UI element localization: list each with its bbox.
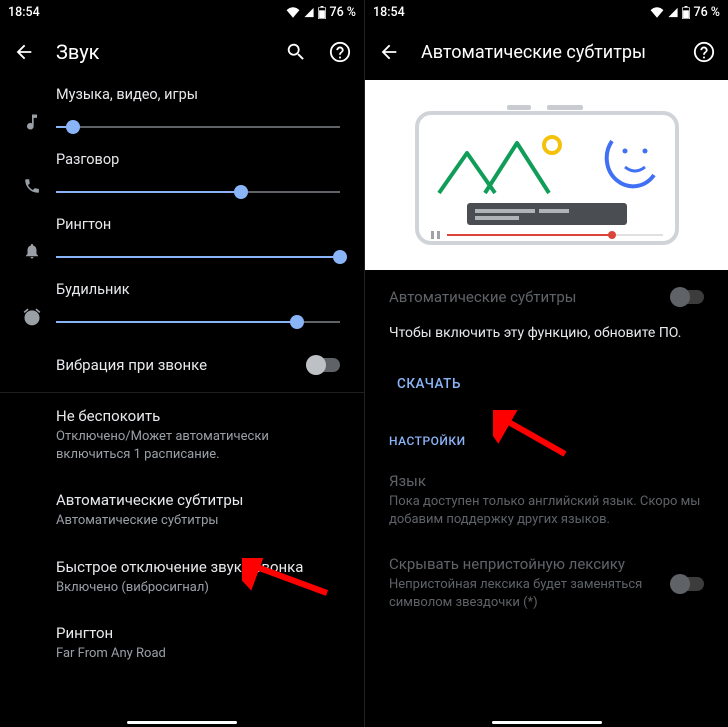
battery-icon (682, 6, 690, 19)
help-button[interactable] (328, 40, 352, 64)
page-title: Звук (56, 40, 264, 64)
item-secondary: Включено (вибросигнал) (56, 579, 340, 597)
item-secondary: Отключено/Может автоматически включиться… (56, 428, 340, 463)
download-button[interactable]: СКАЧАТЬ (365, 362, 493, 406)
status-time: 18:54 (8, 5, 40, 20)
update-description: Чтобы включить эту функцию, обновите ПО. (365, 314, 728, 362)
hero-illustration (365, 80, 728, 270)
help-button[interactable] (692, 40, 716, 64)
media-slider[interactable] (56, 115, 340, 139)
status-time: 18:54 (373, 5, 405, 20)
call-slider[interactable] (56, 180, 340, 204)
cell-signal-icon (303, 7, 315, 18)
profanity-item: Скрывать непристойную лексику Непристойн… (365, 543, 728, 624)
search-button[interactable] (284, 40, 308, 64)
bell-icon (12, 216, 52, 260)
item-primary: Быстрое отключение звука звонка (56, 558, 340, 576)
profanity-toggle[interactable] (670, 577, 704, 591)
ring-slider[interactable] (56, 245, 340, 269)
page-title: Автоматические субтитры (421, 42, 672, 63)
item-primary: Автоматические субтитры (56, 491, 340, 509)
sound-content: Музыка, видео, игры Разговор (0, 80, 364, 685)
arrow-back-icon (378, 41, 400, 63)
status-bar: 18:54 76 % (0, 0, 364, 24)
vibrate-label: Вибрация при звонке (56, 356, 306, 374)
dnd-item[interactable]: Не беспокоить Отключено/Может автоматиче… (0, 393, 364, 477)
ringtone-item[interactable]: Рингтон Far From Any Road (0, 610, 364, 677)
toolbar: Звук (0, 24, 364, 80)
alarm-slider[interactable] (56, 310, 340, 334)
slider-label: Будильник (56, 281, 340, 298)
cell-signal-icon (667, 7, 679, 18)
slider-label: Рингтон (56, 216, 340, 233)
item-secondary: Автоматические субтитры (56, 512, 340, 530)
battery-text: 76 % (693, 5, 720, 20)
battery-icon (318, 6, 326, 19)
help-icon (329, 41, 351, 63)
status-icons: 76 % (286, 5, 356, 20)
wifi-icon (650, 7, 664, 18)
back-button[interactable] (377, 40, 401, 64)
item-primary: Скрывать непристойную лексику (389, 555, 658, 573)
search-icon (285, 41, 307, 63)
slider-row-call: Разговор (0, 145, 364, 210)
item-primary: Язык (389, 472, 704, 490)
live-caption-item[interactable]: Автоматические субтитры Автоматические с… (0, 477, 364, 544)
alarm-icon (12, 281, 52, 327)
slider-row-alarm: Будильник (0, 275, 364, 340)
phone-icon (12, 151, 52, 195)
vibrate-toggle[interactable] (306, 358, 340, 372)
sound-settings-pane: 18:54 76 % Звук Музыка, видео, игры (0, 0, 364, 727)
slider-row-ring: Рингтон (0, 210, 364, 275)
help-icon (693, 41, 715, 63)
nav-handle[interactable] (127, 721, 237, 724)
item-primary: Рингтон (56, 624, 340, 642)
status-icons: 76 % (650, 5, 720, 20)
slider-row-media: Музыка, видео, игры (0, 80, 364, 145)
item-primary: Не беспокоить (56, 407, 340, 425)
live-caption-toggle-row: Автоматические субтитры (365, 270, 728, 314)
live-caption-toggle[interactable] (670, 290, 704, 304)
toolbar: Автоматические субтитры (365, 24, 728, 80)
nav-handle[interactable] (492, 721, 602, 724)
wifi-icon (286, 7, 300, 18)
vibrate-on-ring-row[interactable]: Вибрация при звонке (0, 340, 364, 390)
item-secondary: Непристойная лексика будет заменяться си… (389, 576, 658, 612)
status-bar: 18:54 76 % (365, 0, 728, 24)
settings-section-header: НАСТРОЙКИ (365, 406, 728, 458)
item-secondary: Пока доступен только английский язык. Ск… (389, 493, 704, 529)
live-caption-pane: 18:54 76 % Автоматические субтитры (364, 0, 728, 727)
arrow-back-icon (13, 41, 35, 63)
slider-label: Музыка, видео, игры (56, 86, 340, 103)
quick-mute-item[interactable]: Быстрое отключение звука звонка Включено… (0, 544, 364, 611)
item-secondary: Far From Any Road (56, 645, 340, 663)
language-item[interactable]: Язык Пока доступен только английский язы… (365, 458, 728, 543)
slider-label: Разговор (56, 151, 340, 168)
battery-text: 76 % (329, 5, 356, 20)
toggle-label: Автоматические субтитры (389, 288, 670, 306)
back-button[interactable] (12, 40, 36, 64)
media-icon (12, 86, 52, 132)
